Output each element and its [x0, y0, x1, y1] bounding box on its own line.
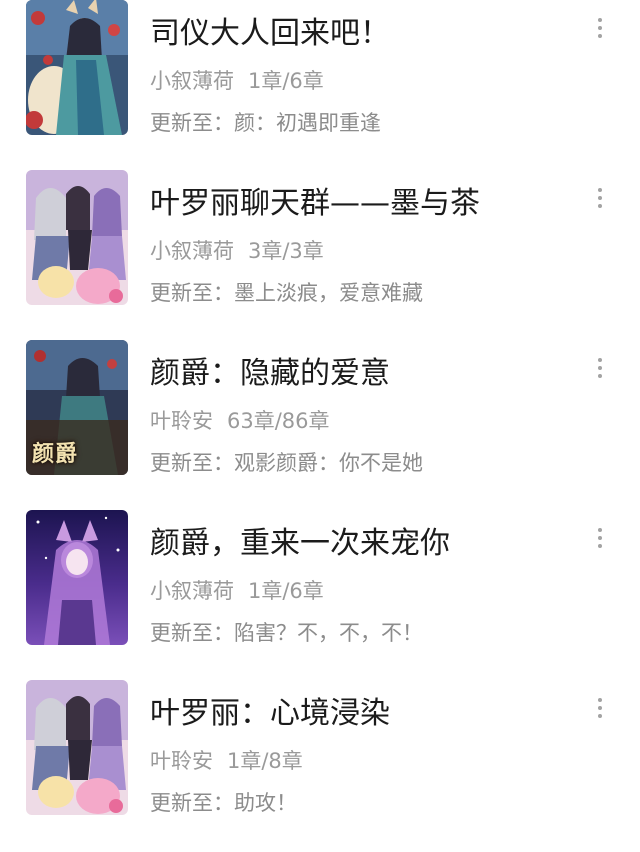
- book-cover[interactable]: [26, 510, 128, 645]
- more-vertical-icon[interactable]: [588, 356, 612, 382]
- book-author: 小叙薄荷: [150, 69, 234, 93]
- book-latest-update: 更新至：观影颜爵：你不是她: [150, 449, 423, 477]
- book-title[interactable]: 颜爵，重来一次来宠你: [150, 526, 450, 562]
- more-vertical-icon[interactable]: [588, 696, 612, 722]
- book-cover[interactable]: [26, 170, 128, 305]
- list-item[interactable]: 叶罗丽聊天群——墨与茶 小叙薄荷 3章/3章 更新至：墨上淡痕，爱意难藏: [0, 170, 640, 320]
- update-chapter-title: 观影颜爵：你不是她: [234, 451, 423, 475]
- book-chapters: 3章/3章: [248, 239, 324, 263]
- book-meta: 小叙薄荷 1章/6章: [150, 67, 324, 95]
- book-cover[interactable]: [26, 0, 128, 135]
- book-meta: 小叙薄荷 1章/6章: [150, 577, 324, 605]
- update-prefix: 更新至：: [150, 621, 234, 645]
- update-chapter-title: 墨上淡痕，爱意难藏: [234, 281, 423, 305]
- book-meta: 小叙薄荷 3章/3章: [150, 237, 324, 265]
- update-chapter-title: 颜：初遇即重逢: [234, 111, 381, 135]
- more-vertical-icon[interactable]: [588, 16, 612, 42]
- book-meta: 叶聆安 63章/86章: [150, 407, 330, 435]
- book-chapters: 1章/6章: [248, 579, 324, 603]
- book-latest-update: 更新至：助攻！: [150, 789, 297, 817]
- book-chapters: 63章/86章: [227, 409, 330, 433]
- cover-lettering: 颜爵: [32, 441, 79, 467]
- more-vertical-icon[interactable]: [588, 526, 612, 552]
- update-prefix: 更新至：: [150, 281, 234, 305]
- list-item[interactable]: 叶罗丽：心境浸染 叶聆安 1章/8章 更新至：助攻！: [0, 680, 640, 830]
- book-author: 小叙薄荷: [150, 239, 234, 263]
- book-latest-update: 更新至：颜：初遇即重逢: [150, 109, 381, 137]
- list-item[interactable]: 颜爵，重来一次来宠你 小叙薄荷 1章/6章 更新至：陷害？不，不，不！: [0, 510, 640, 660]
- update-prefix: 更新至：: [150, 111, 234, 135]
- book-title[interactable]: 司仪大人回来吧！: [150, 16, 390, 52]
- book-author: 叶聆安: [150, 749, 213, 773]
- book-title[interactable]: 叶罗丽聊天群——墨与茶: [150, 186, 480, 222]
- book-title[interactable]: 颜爵：隐藏的爱意: [150, 356, 390, 392]
- update-prefix: 更新至：: [150, 451, 234, 475]
- book-title[interactable]: 叶罗丽：心境浸染: [150, 696, 390, 732]
- book-cover[interactable]: [26, 680, 128, 815]
- list-item[interactable]: 司仪大人回来吧！ 小叙薄荷 1章/6章 更新至：颜：初遇即重逢: [0, 0, 640, 150]
- more-vertical-icon[interactable]: [588, 186, 612, 212]
- update-chapter-title: 助攻！: [234, 791, 297, 815]
- update-chapter-title: 陷害？不，不，不！: [234, 621, 423, 645]
- book-chapters: 1章/6章: [248, 69, 324, 93]
- book-list: 司仪大人回来吧！ 小叙薄荷 1章/6章 更新至：颜：初遇即重逢 叶罗丽聊天群——…: [0, 0, 640, 852]
- book-latest-update: 更新至：陷害？不，不，不！: [150, 619, 423, 647]
- book-latest-update: 更新至：墨上淡痕，爱意难藏: [150, 279, 423, 307]
- update-prefix: 更新至：: [150, 791, 234, 815]
- book-author: 叶聆安: [150, 409, 213, 433]
- book-author: 小叙薄荷: [150, 579, 234, 603]
- book-chapters: 1章/8章: [227, 749, 303, 773]
- list-item[interactable]: 颜爵 颜爵：隐藏的爱意 叶聆安 63章/86章 更新至：观影颜爵：你不是她: [0, 340, 640, 490]
- book-meta: 叶聆安 1章/8章: [150, 747, 303, 775]
- book-cover[interactable]: 颜爵: [26, 340, 128, 475]
